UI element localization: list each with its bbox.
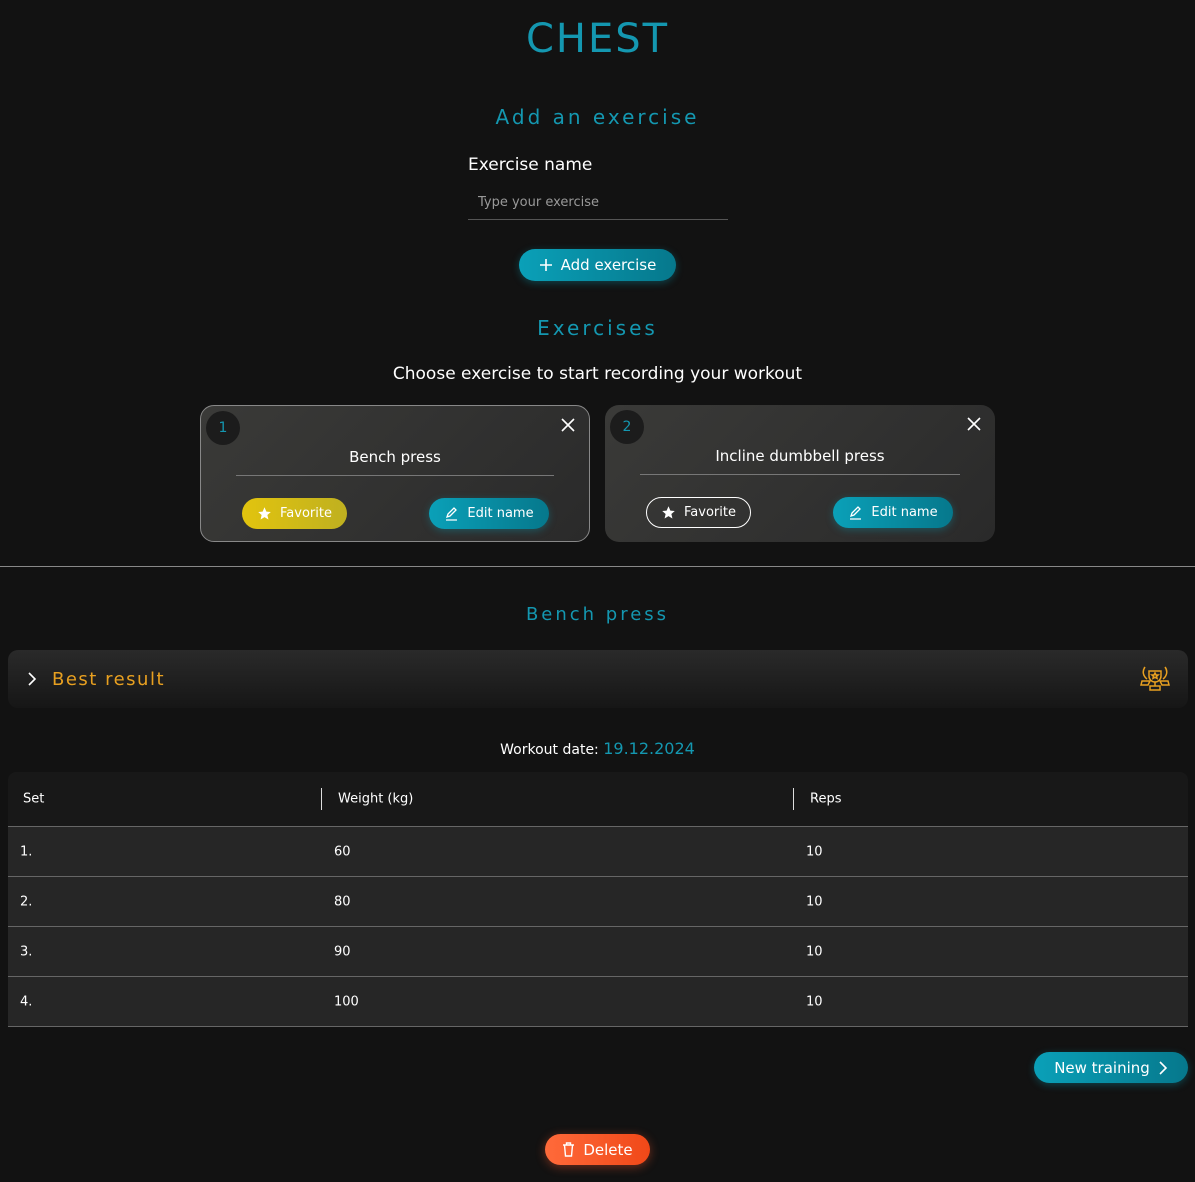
table-row: 3. 90 10 [8, 927, 1188, 977]
reps-value: 10 [806, 994, 823, 1009]
column-divider [321, 788, 322, 810]
edit-name-button[interactable]: Edit name [429, 498, 549, 529]
pencil-icon [850, 506, 862, 520]
favorite-button[interactable]: Favorite [242, 498, 347, 529]
plus-icon [539, 259, 552, 271]
trash-icon [563, 1142, 575, 1157]
exercise-name-input[interactable] [468, 186, 728, 220]
new-training-button[interactable]: New training [1034, 1052, 1188, 1083]
set-number: 3. [20, 944, 33, 959]
exercises-subtitle: Choose exercise to start recording your … [392, 364, 803, 384]
header-set: Set [23, 791, 45, 807]
new-training-label: New training [1054, 1058, 1150, 1077]
weight-value: 80 [334, 894, 351, 909]
delete-button[interactable]: Delete [545, 1134, 650, 1165]
weight-value: 90 [334, 944, 351, 959]
exercise-card[interactable]: 1 Bench press Favorite Edit name [200, 405, 590, 542]
table-row: 2. 80 10 [8, 877, 1188, 927]
workout-date: Workout date: 19.12.2024 [0, 739, 1195, 758]
favorite-label: Favorite [280, 506, 332, 521]
trophy-icon [1140, 666, 1170, 691]
delete-label: Delete [583, 1140, 633, 1159]
edit-name-label: Edit name [467, 506, 534, 521]
weight-value: 100 [334, 994, 359, 1009]
sets-table: Set Weight (kg) Reps 1. 60 10 2. 80 10 3. … [8, 772, 1188, 1027]
star-icon [662, 506, 675, 519]
workout-date-value: 19.12.2024 [603, 739, 695, 758]
reps-value: 10 [806, 894, 823, 909]
star-icon [258, 507, 271, 520]
add-exercise-label: Add exercise [560, 256, 657, 274]
page-title: CHEST [525, 16, 670, 62]
add-exercise-heading: Add an exercise [495, 105, 700, 129]
header-weight: Weight (kg) [338, 791, 414, 807]
exercise-number: 2 [610, 410, 644, 444]
favorite-button[interactable]: Favorite [646, 497, 751, 528]
set-number: 2. [20, 894, 33, 909]
exercise-name: Incline dumbbell press [640, 447, 960, 475]
close-icon[interactable] [561, 418, 575, 432]
chevron-right-icon [28, 672, 37, 686]
exercise-number: 1 [206, 411, 240, 445]
reps-value: 10 [806, 844, 823, 859]
set-number: 4. [20, 994, 33, 1009]
exercise-name-label: Exercise name [468, 155, 593, 175]
best-result-accordion[interactable]: Best result [8, 650, 1188, 708]
column-divider [793, 788, 794, 810]
edit-name-label: Edit name [871, 505, 938, 520]
favorite-label: Favorite [684, 505, 736, 520]
chevron-right-icon [1159, 1060, 1167, 1075]
close-icon[interactable] [967, 417, 981, 431]
workout-date-label: Workout date: [500, 742, 599, 758]
add-exercise-button[interactable]: Add exercise [519, 249, 676, 281]
exercises-heading: Exercises [537, 316, 658, 340]
set-number: 1. [20, 844, 33, 859]
table-row: 1. 60 10 [8, 827, 1188, 877]
reps-value: 10 [806, 944, 823, 959]
exercise-name: Bench press [236, 448, 554, 476]
exercise-card[interactable]: 2 Incline dumbbell press Favorite Edit n… [605, 405, 995, 542]
selected-exercise-heading: Bench press [525, 604, 670, 625]
best-result-label: Best result [52, 668, 166, 690]
edit-name-button[interactable]: Edit name [833, 497, 953, 528]
divider [0, 566, 1195, 567]
table-row: 4. 100 10 [8, 977, 1188, 1027]
table-header: Set Weight (kg) Reps [8, 772, 1188, 827]
header-reps: Reps [810, 791, 842, 807]
weight-value: 60 [334, 844, 351, 859]
pencil-icon [446, 507, 458, 521]
